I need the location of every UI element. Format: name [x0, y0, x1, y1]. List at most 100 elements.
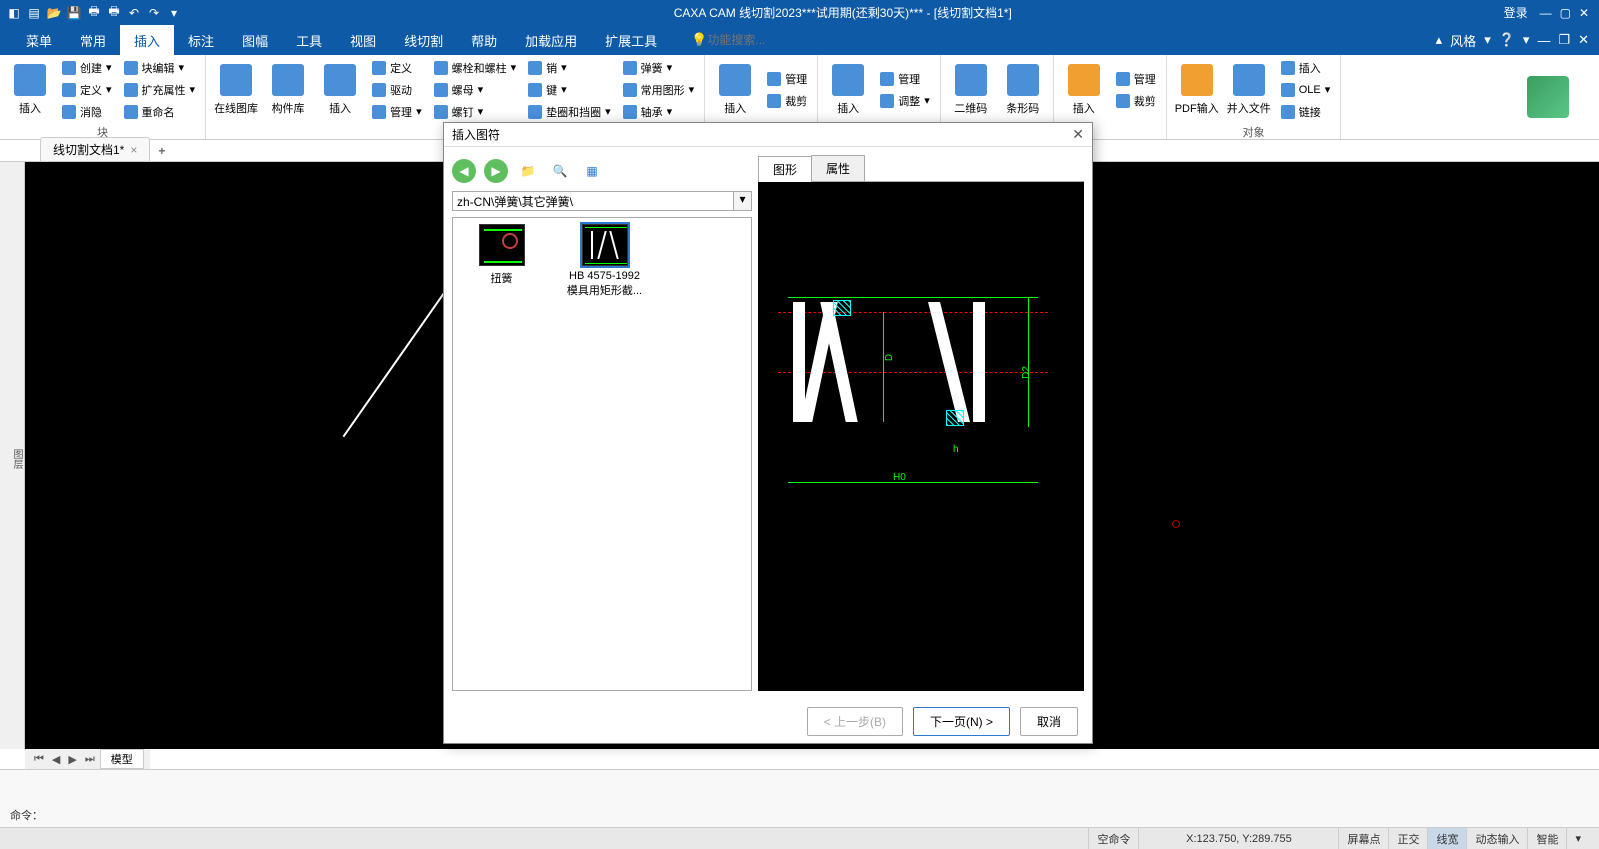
define-button[interactable]: 定义▾ — [58, 80, 116, 100]
menu-insert[interactable]: 插入 — [120, 25, 174, 56]
lt-item-1[interactable]: 图层 — [9, 449, 24, 469]
print2-icon[interactable]: 🖶 — [106, 5, 122, 21]
nav-forward-icon[interactable]: ▶ — [484, 159, 508, 183]
menu-view[interactable]: 视图 — [336, 25, 390, 56]
symbol-list[interactable]: 扭簧 HB 4575-1992 模具用矩形截... — [452, 217, 752, 691]
path-input[interactable] — [452, 191, 734, 211]
model-tab[interactable]: 模型 — [100, 749, 144, 769]
cancel-button[interactable]: 取消 — [1020, 707, 1078, 736]
prev-tab-icon[interactable]: ◀ — [49, 753, 63, 766]
rename-button[interactable]: 重命名 — [120, 102, 200, 122]
crop5-button[interactable]: 裁剪 — [1112, 91, 1160, 111]
nut-button[interactable]: 螺母▾ — [430, 80, 521, 100]
menu-file[interactable]: 菜单 — [12, 25, 66, 56]
link-button[interactable]: 链接 — [1277, 102, 1335, 122]
lib-manage-button[interactable]: 管理▾ — [368, 102, 426, 122]
status-lineweight[interactable]: 线宽 — [1427, 828, 1466, 849]
dialog-close-icon[interactable]: ✕ — [1072, 126, 1084, 143]
menu-tools[interactable]: 工具 — [282, 25, 336, 56]
status-screen-pt[interactable]: 屏幕点 — [1338, 828, 1388, 849]
lib-drive-button[interactable]: 驱动 — [368, 80, 426, 100]
barcode-button[interactable]: 条形码 — [999, 57, 1047, 122]
menu-wirecut[interactable]: 线切割 — [390, 25, 457, 56]
next-page-button[interactable]: 下一页(N) > — [913, 707, 1010, 736]
qrcode-button[interactable]: 二维码 — [947, 57, 995, 122]
menu-annotate[interactable]: 标注 — [174, 25, 228, 56]
block-edit-button[interactable]: 块编辑▾ — [120, 58, 200, 78]
caret-down-icon[interactable]: ▾ — [1523, 32, 1530, 48]
doc-tab-1[interactable]: 线切割文档1* × — [40, 137, 150, 161]
menu-sheet[interactable]: 图幅 — [228, 25, 282, 56]
add-tab-button[interactable]: + — [150, 141, 173, 161]
nav-back-icon[interactable]: ◀ — [452, 159, 476, 183]
online-lib-button[interactable]: 在线图库 — [212, 57, 260, 122]
menu-loadapp[interactable]: 加载应用 — [511, 25, 591, 56]
component-lib-button[interactable]: 构件库 — [264, 57, 312, 122]
manage3-button[interactable]: 管理 — [763, 69, 811, 89]
path-dropdown-icon[interactable]: ▾ — [734, 191, 752, 211]
menu-help[interactable]: 帮助 — [457, 25, 511, 56]
command-input[interactable] — [47, 808, 1589, 823]
crop3-button[interactable]: 裁剪 — [763, 91, 811, 111]
restore-icon[interactable]: ❐ — [1558, 32, 1570, 48]
close-icon[interactable]: ✕ — [1579, 6, 1589, 20]
menu-ext-tools[interactable]: 扩展工具 — [591, 25, 671, 56]
style-caret-icon[interactable]: ▴ — [1436, 32, 1443, 48]
pdf-out-button[interactable]: PDF输入 — [1173, 57, 1221, 122]
common-shapes-button[interactable]: 常用图形▾ — [619, 80, 699, 100]
obj-insert-button[interactable]: 插入 — [1277, 58, 1335, 78]
merge-file-button[interactable]: 并入文件 — [1225, 57, 1273, 122]
lib-insert-button[interactable]: 插入 — [316, 57, 364, 122]
folder-up-icon[interactable]: 📁 — [516, 159, 540, 183]
function-search-input[interactable] — [707, 33, 807, 47]
create-button[interactable]: 创建▾ — [58, 58, 116, 78]
pin-button[interactable]: 销▾ — [524, 58, 615, 78]
undo-icon[interactable]: ↶ — [126, 5, 142, 21]
bearing-button[interactable]: 轴承▾ — [619, 102, 699, 122]
login-link[interactable]: 登录 — [1504, 4, 1528, 21]
status-dropdown-icon[interactable]: ▾ — [1566, 828, 1589, 849]
first-tab-icon[interactable]: ⏮ — [31, 753, 47, 766]
help-icon[interactable]: ❔ — [1499, 32, 1515, 48]
status-ortho[interactable]: 正交 — [1388, 828, 1427, 849]
print-icon[interactable]: 🖶 — [86, 5, 102, 21]
manage4-button[interactable]: 管理 — [876, 69, 934, 89]
washer-button[interactable]: 垫圈和挡圈▾ — [524, 102, 615, 122]
style-dropdown-icon[interactable]: ▾ — [1484, 32, 1491, 48]
redo-icon[interactable]: ↷ — [146, 5, 162, 21]
menu-common[interactable]: 常用 — [66, 25, 120, 56]
hide-button[interactable]: 消隐 — [58, 102, 116, 122]
lib-define-button[interactable]: 定义 — [368, 58, 426, 78]
last-tab-icon[interactable]: ⏭ — [82, 753, 98, 766]
style-menu[interactable]: 风格 — [1450, 31, 1476, 50]
status-dyn-input[interactable]: 动态输入 — [1466, 828, 1527, 849]
view-mode-icon[interactable]: ▦ — [580, 159, 604, 183]
maximize-icon[interactable]: ▢ — [1560, 6, 1571, 20]
list-item-hb4575[interactable]: HB 4575-1992 模具用矩形截... — [562, 224, 647, 298]
new-icon[interactable]: ▤ — [26, 5, 42, 21]
insert4-button[interactable]: 插入 — [824, 57, 872, 122]
preview-tab-graphic[interactable]: 图形 — [758, 156, 812, 182]
manage5-button[interactable]: 管理 — [1112, 69, 1160, 89]
spring-button[interactable]: 弹簧▾ — [619, 58, 699, 78]
ole-button[interactable]: OLE▾ — [1277, 80, 1335, 100]
status-smart[interactable]: 智能 — [1527, 828, 1566, 849]
search-icon-dialog[interactable]: 🔍 — [548, 159, 572, 183]
minimize-icon[interactable]: — — [1540, 6, 1552, 20]
adjust4-button[interactable]: 调整▾ — [876, 91, 934, 111]
insert-button[interactable]: 插入 — [6, 57, 54, 122]
key-button[interactable]: 键▾ — [524, 80, 615, 100]
minimize2-icon[interactable]: — — [1537, 33, 1550, 48]
doc-tab-close-icon[interactable]: × — [130, 143, 137, 157]
preview-tab-attr[interactable]: 属性 — [811, 155, 865, 181]
insert3-button[interactable]: 插入 — [711, 57, 759, 122]
save-icon[interactable]: 💾 — [66, 5, 82, 21]
qat-dropdown-icon[interactable]: ▾ — [166, 5, 182, 21]
bolt-button[interactable]: 螺栓和螺柱▾ — [430, 58, 521, 78]
extend-attr-button[interactable]: 扩充属性▾ — [120, 80, 200, 100]
insert5-button[interactable]: 插入 — [1060, 57, 1108, 122]
screw-button[interactable]: 螺钉▾ — [430, 102, 521, 122]
next-tab-icon[interactable]: ▶ — [65, 753, 79, 766]
list-item-torsion-spring[interactable]: 扭簧 — [459, 224, 544, 286]
close2-icon[interactable]: ✕ — [1578, 32, 1589, 48]
